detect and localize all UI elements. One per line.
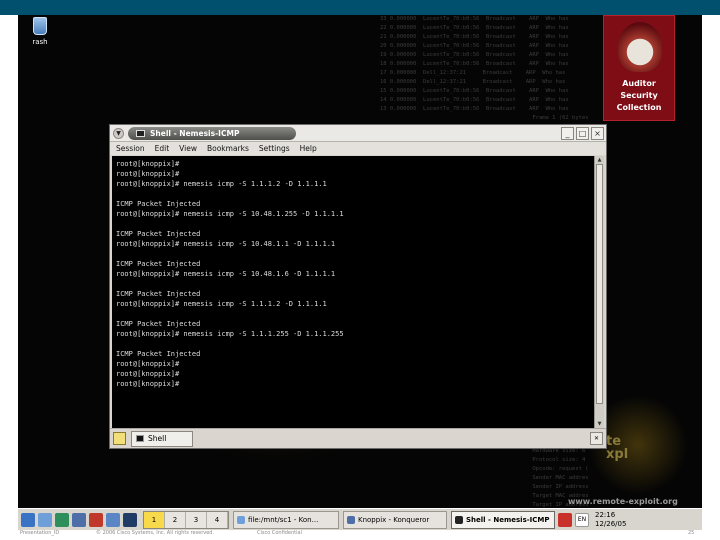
clock-time: 22:16 bbox=[595, 510, 616, 519]
menu-edit[interactable]: Edit bbox=[155, 142, 170, 155]
menu-settings[interactable]: Settings bbox=[259, 142, 290, 155]
close-session-button[interactable]: ✕ bbox=[590, 432, 603, 445]
tool-icon[interactable] bbox=[55, 512, 69, 527]
linux-desktop: 33 0.000000 LucentTe_70:b0:56 Broadcast … bbox=[18, 15, 702, 508]
pager-desktop-3[interactable]: 3 bbox=[186, 511, 207, 528]
session-tabbar: Shell ✕ bbox=[110, 428, 606, 448]
watermark-line: xpl bbox=[606, 447, 629, 462]
keyboard-layout-indicator[interactable]: EN bbox=[575, 512, 589, 527]
auditor-security-logo: Auditor Security Collection bbox=[603, 15, 675, 121]
trash-icon bbox=[33, 17, 47, 35]
folder-icon bbox=[237, 515, 245, 524]
globe-icon[interactable] bbox=[123, 512, 137, 527]
terminal-icon bbox=[455, 515, 463, 524]
helmet-icon bbox=[618, 22, 662, 72]
lifebuoy-icon[interactable] bbox=[89, 512, 103, 527]
taskbar-clock[interactable]: 22:16 12/26/05 bbox=[595, 510, 627, 529]
terminal-icon bbox=[136, 435, 144, 442]
task-shell[interactable]: Shell - Nemesis-ICMP bbox=[451, 510, 555, 529]
remote-exploit-watermark: te xpl bbox=[606, 435, 628, 461]
footer-page-number: 25 bbox=[688, 530, 695, 536]
menu-session[interactable]: Session bbox=[116, 142, 145, 155]
auditor-logo-line: Security bbox=[620, 91, 658, 100]
footer-confidential: Cisco Confidential bbox=[257, 530, 302, 536]
scroll-down-arrow-icon[interactable]: ▼ bbox=[595, 420, 604, 428]
minimize-button[interactable]: _ bbox=[561, 127, 574, 140]
window-controls: _ □ × bbox=[561, 127, 604, 140]
tab-shell[interactable]: Shell bbox=[131, 431, 193, 447]
window-title-text: Shell - Nemesis-ICMP bbox=[150, 129, 240, 138]
window-menu-icon[interactable]: ▼ bbox=[113, 128, 124, 139]
slide-header-bar bbox=[0, 0, 720, 15]
konqueror-icon bbox=[347, 515, 355, 524]
kde-taskbar: 1 2 3 4 file:/mnt/sc1 - Kon... Knoppix -… bbox=[18, 508, 702, 530]
pager-desktop-2[interactable]: 2 bbox=[165, 511, 186, 528]
trash-desktop-icon[interactable]: rash bbox=[23, 17, 57, 46]
auditor-logo-line: Auditor bbox=[622, 79, 656, 88]
window-menubar: Session Edit View Bookmarks Settings Hel… bbox=[110, 142, 606, 155]
remote-exploit-url: www.remote-exploit.org bbox=[568, 497, 678, 506]
auditor-logo-line: Collection bbox=[616, 103, 662, 112]
task-label: file:/mnt/sc1 - Kon... bbox=[248, 515, 319, 524]
new-session-icon[interactable] bbox=[113, 432, 126, 445]
terminal-icon bbox=[136, 130, 145, 137]
terminal-output[interactable]: root@[knoppix]# root@[knoppix]# root@[kn… bbox=[112, 156, 596, 428]
slide-footer: Presentation_ID © 2006 Cisco Systems, In… bbox=[20, 529, 720, 539]
scroll-up-arrow-icon[interactable]: ▲ bbox=[595, 156, 604, 164]
window-title: Shell - Nemesis-ICMP bbox=[128, 127, 296, 140]
presentation-slide: 33 0.000000 LucentTe_70:b0:56 Broadcast … bbox=[0, 0, 720, 540]
trash-label: rash bbox=[32, 38, 48, 46]
menu-view[interactable]: View bbox=[179, 142, 197, 155]
konsole-window: ▼ Shell - Nemesis-ICMP _ □ × Session Edi… bbox=[109, 124, 607, 449]
konqueror-icon[interactable] bbox=[72, 512, 86, 527]
task-konqueror[interactable]: Knoppix - Konqueror bbox=[343, 510, 447, 529]
menu-help[interactable]: Help bbox=[300, 142, 317, 155]
footer-presentation-id: Presentation_ID bbox=[20, 530, 60, 536]
task-file-manager[interactable]: file:/mnt/sc1 - Kon... bbox=[233, 510, 339, 529]
kde-menu-icon[interactable] bbox=[21, 512, 35, 527]
clock-date: 12/26/05 bbox=[595, 519, 627, 528]
menu-bookmarks[interactable]: Bookmarks bbox=[207, 142, 249, 155]
task-label: Shell - Nemesis-ICMP bbox=[466, 515, 550, 524]
pager-desktop-1[interactable]: 1 bbox=[144, 511, 165, 528]
pager-desktop-4[interactable]: 4 bbox=[207, 511, 228, 528]
desktop-pager: 1 2 3 4 bbox=[143, 510, 229, 529]
footer-copyright: © 2006 Cisco Systems, Inc. All rights re… bbox=[96, 530, 215, 536]
window-titlebar[interactable]: ▼ Shell - Nemesis-ICMP _ □ × bbox=[110, 125, 606, 142]
maximize-button[interactable]: □ bbox=[576, 127, 589, 140]
scroll-thumb[interactable] bbox=[596, 164, 603, 404]
home-folder-icon[interactable] bbox=[38, 512, 52, 527]
tray-flag-icon[interactable] bbox=[558, 512, 572, 527]
tab-shell-label: Shell bbox=[148, 434, 167, 443]
close-button[interactable]: × bbox=[591, 127, 604, 140]
terminal-scrollbar[interactable]: ▲ ▼ bbox=[594, 156, 604, 428]
task-label: Knoppix - Konqueror bbox=[358, 515, 430, 524]
auditor-logo-text: Auditor Security Collection bbox=[604, 78, 674, 114]
settings-icon[interactable] bbox=[106, 512, 120, 527]
